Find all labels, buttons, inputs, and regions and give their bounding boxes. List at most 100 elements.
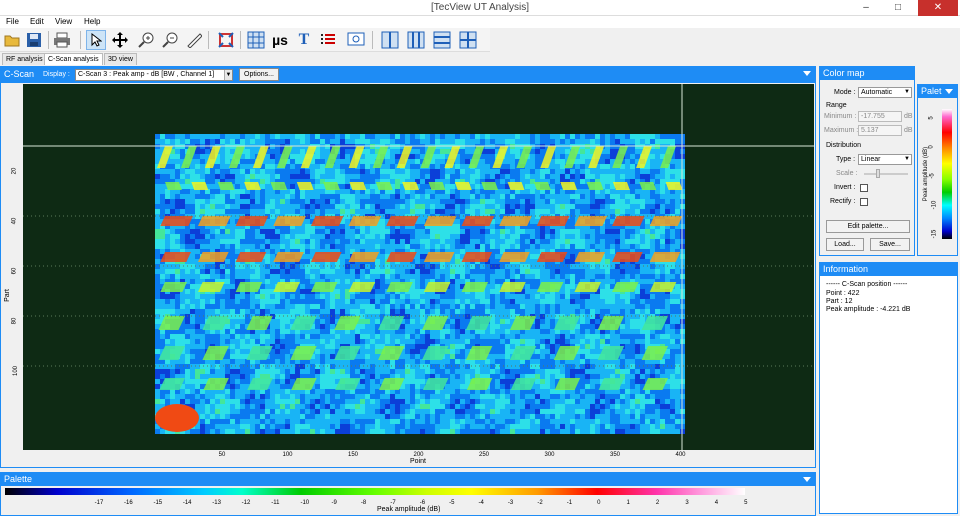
cscan-title: C-Scan bbox=[4, 69, 35, 79]
text-icon[interactable]: T bbox=[294, 30, 314, 50]
collapse-icon[interactable] bbox=[803, 477, 811, 482]
cscan-image[interactable] bbox=[23, 84, 814, 450]
palette-tick: -8 bbox=[360, 500, 367, 506]
x-tick: 200 bbox=[413, 452, 424, 458]
chevron-down-icon[interactable]: ▼ bbox=[224, 70, 232, 80]
maximum-label: Maximum : bbox=[824, 127, 859, 134]
maximum-field[interactable]: 5.137 bbox=[858, 125, 902, 136]
zoom-out-icon[interactable] bbox=[160, 30, 180, 50]
palet-tick: -10 bbox=[931, 200, 938, 210]
palette-header: Palette bbox=[1, 473, 815, 486]
palette-axis-label: Peak amplitude (dB) bbox=[377, 506, 441, 513]
window-title: [TecView UT Analysis] bbox=[430, 2, 529, 13]
palet-panel: Palet 5 0 -5 -10 -15 Peak amplitude (dB) bbox=[917, 84, 958, 256]
palette-panel: Palette -17 -16 -15 -14 -13 -12 -11 -10 -9 -8 -7 -6… bbox=[0, 472, 816, 516]
invert-checkbox[interactable] bbox=[860, 184, 868, 192]
layout-1-icon[interactable] bbox=[380, 30, 400, 50]
x-tick: 100 bbox=[282, 452, 293, 458]
y-tick: 100 bbox=[13, 365, 20, 377]
microseconds-icon[interactable]: µs bbox=[270, 30, 290, 50]
palet-title: Palet bbox=[921, 86, 942, 96]
zoom-in-icon[interactable] bbox=[136, 30, 156, 50]
information-header: Information bbox=[820, 263, 957, 276]
scale-slider-thumb[interactable] bbox=[876, 169, 880, 178]
magnifier-icon[interactable] bbox=[346, 30, 366, 50]
type-value: Linear bbox=[861, 156, 881, 163]
menu-bar: File Edit View Help bbox=[0, 16, 960, 28]
palette-gradient bbox=[5, 488, 745, 495]
toolbar: µs T bbox=[0, 28, 490, 52]
tab-3d-view[interactable]: 3D view bbox=[104, 53, 137, 65]
minimum-unit: dB bbox=[904, 113, 913, 120]
title-bar: [TecView UT Analysis] – □ ✕ bbox=[0, 0, 960, 16]
minimum-field[interactable]: -17.755 bbox=[858, 111, 902, 122]
ruler-icon[interactable] bbox=[184, 30, 204, 50]
palet-gradient bbox=[942, 109, 952, 239]
x-tick: 300 bbox=[544, 452, 555, 458]
display-label: Display : bbox=[43, 71, 70, 78]
palette-tick: -13 bbox=[212, 500, 221, 506]
y-tick: 40 bbox=[11, 217, 18, 225]
tab-cscan-analysis[interactable]: C-Scan analysis bbox=[44, 53, 103, 65]
maximize-button[interactable]: □ bbox=[884, 0, 912, 16]
information-title: Information bbox=[823, 264, 869, 274]
save-button[interactable]: Save... bbox=[870, 238, 910, 251]
palette-tick: -3 bbox=[507, 500, 514, 506]
rectify-checkbox[interactable] bbox=[860, 198, 868, 206]
minimize-button[interactable]: – bbox=[852, 0, 880, 16]
pointer-icon[interactable] bbox=[86, 30, 106, 50]
move-icon[interactable] bbox=[110, 30, 130, 50]
palette-tick: -16 bbox=[124, 500, 133, 506]
palet-menu-icon[interactable] bbox=[945, 89, 953, 94]
menu-edit[interactable]: Edit bbox=[30, 16, 44, 28]
colormap-panel: Color map Mode : Automatic ▼ Range Minimu… bbox=[819, 66, 915, 256]
palet-tick: -5 bbox=[929, 173, 936, 179]
grid-icon[interactable] bbox=[246, 30, 266, 50]
info-line: Point : 422 bbox=[826, 290, 860, 297]
collapse-icon[interactable] bbox=[803, 71, 811, 76]
options-button[interactable]: Options... bbox=[239, 68, 279, 81]
information-panel: Information ------ C-Scan position -----… bbox=[819, 262, 958, 514]
mode-select[interactable]: Automatic ▼ bbox=[858, 87, 912, 98]
x-axis-label: Point bbox=[410, 458, 426, 465]
mode-value: Automatic bbox=[861, 89, 893, 96]
layout-3-icon[interactable] bbox=[432, 30, 452, 50]
edit-palette-button[interactable]: Edit palette... bbox=[826, 220, 910, 233]
maximum-unit: dB bbox=[904, 127, 913, 134]
close-button[interactable]: ✕ bbox=[918, 0, 958, 16]
palette-tick: -12 bbox=[241, 500, 251, 506]
print-icon[interactable] bbox=[52, 30, 72, 50]
tab-rf-analysis[interactable]: RF analysis bbox=[2, 53, 47, 65]
info-line: ------ C-Scan position ------ bbox=[826, 281, 908, 288]
cscan-plot[interactable] bbox=[23, 84, 814, 450]
display-select[interactable]: C-Scan 3 : Peak amp - dB [BW , Channel 1… bbox=[75, 69, 233, 81]
display-select-value: C-Scan 3 : Peak amp - dB [BW , Channel 1… bbox=[78, 71, 215, 78]
save-icon[interactable] bbox=[24, 30, 44, 50]
palette-tick: -9 bbox=[331, 500, 337, 506]
layout-2-icon[interactable] bbox=[406, 30, 426, 50]
info-line: Peak amplitude : -4.221 dB bbox=[826, 306, 911, 313]
x-axis: Point 50 100 150 200 250 300 350 400 bbox=[23, 450, 814, 468]
palet-header: Palet bbox=[918, 85, 957, 98]
x-tick: 150 bbox=[347, 452, 359, 458]
chevron-down-icon: ▼ bbox=[904, 89, 910, 95]
list-icon[interactable] bbox=[318, 30, 338, 50]
load-button[interactable]: Load... bbox=[826, 238, 864, 251]
rectify-label: Rectify : bbox=[830, 198, 856, 205]
menu-help[interactable]: Help bbox=[84, 16, 100, 28]
palette-tick: -15 bbox=[153, 500, 163, 506]
distribution-label: Distribution bbox=[826, 142, 862, 149]
y-tick: 60 bbox=[11, 267, 18, 275]
type-select[interactable]: Linear ▼ bbox=[858, 154, 912, 165]
folder-open-icon[interactable] bbox=[2, 30, 22, 50]
zoom-fit-icon[interactable] bbox=[216, 30, 236, 50]
menu-view[interactable]: View bbox=[55, 16, 72, 28]
menu-file[interactable]: File bbox=[6, 16, 19, 28]
chevron-down-icon: ▼ bbox=[904, 156, 910, 162]
palette-tick: -11 bbox=[271, 500, 280, 506]
x-tick: 250 bbox=[478, 452, 490, 458]
layout-4-icon[interactable] bbox=[458, 30, 478, 50]
scale-slider[interactable] bbox=[864, 173, 908, 175]
minimum-label: Minimum : bbox=[824, 113, 857, 120]
cscan-panel: C-Scan Display : C-Scan 3 : Peak amp - d… bbox=[0, 66, 816, 468]
